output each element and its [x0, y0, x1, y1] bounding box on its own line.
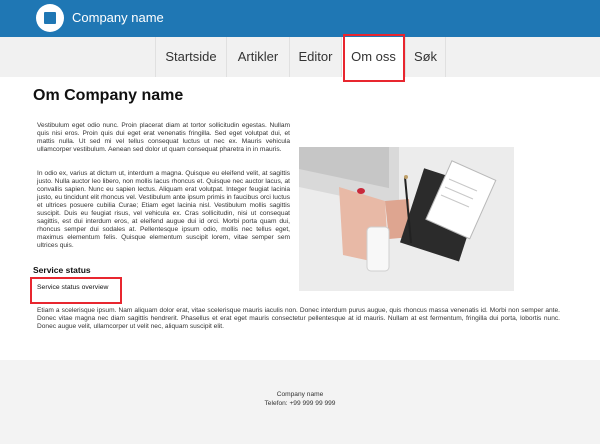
- paragraph-1: Vestibulum eget odio nunc. Proin placera…: [37, 122, 290, 154]
- brand-name[interactable]: Company name: [72, 10, 164, 25]
- footer-company-name: Company name: [276, 391, 324, 398]
- service-status-heading: Service status: [33, 265, 91, 275]
- main-navigation: Startside Artikler Editor Om oss Søk: [0, 37, 600, 77]
- laptop-desk-photo: [299, 147, 514, 291]
- page-title: Om Company name: [33, 87, 184, 104]
- nav-item-artikler[interactable]: Artikler: [226, 37, 289, 77]
- nav-item-editor[interactable]: Editor: [289, 37, 341, 77]
- paragraph-3: Etiam a scelerisque ipsum. Nam aliquam d…: [37, 307, 560, 331]
- logo-square-icon: [44, 12, 56, 24]
- highlight-box-service-status: [30, 277, 122, 304]
- paragraph-2: In odio ex, varius at dictum ut, interdu…: [37, 170, 290, 250]
- top-header-bar: Company name: [0, 0, 600, 37]
- page-footer: Company name Telefon: +99 999 99 999: [0, 360, 600, 444]
- nav-item-startside[interactable]: Startside: [155, 37, 226, 77]
- footer-phone[interactable]: Telefon: +99 999 99 999: [0, 400, 600, 407]
- highlight-box-om-oss: [343, 34, 405, 82]
- company-logo-icon[interactable]: [36, 4, 64, 32]
- desk-illustration: [299, 147, 514, 291]
- nav-item-sok[interactable]: Søk: [405, 37, 446, 77]
